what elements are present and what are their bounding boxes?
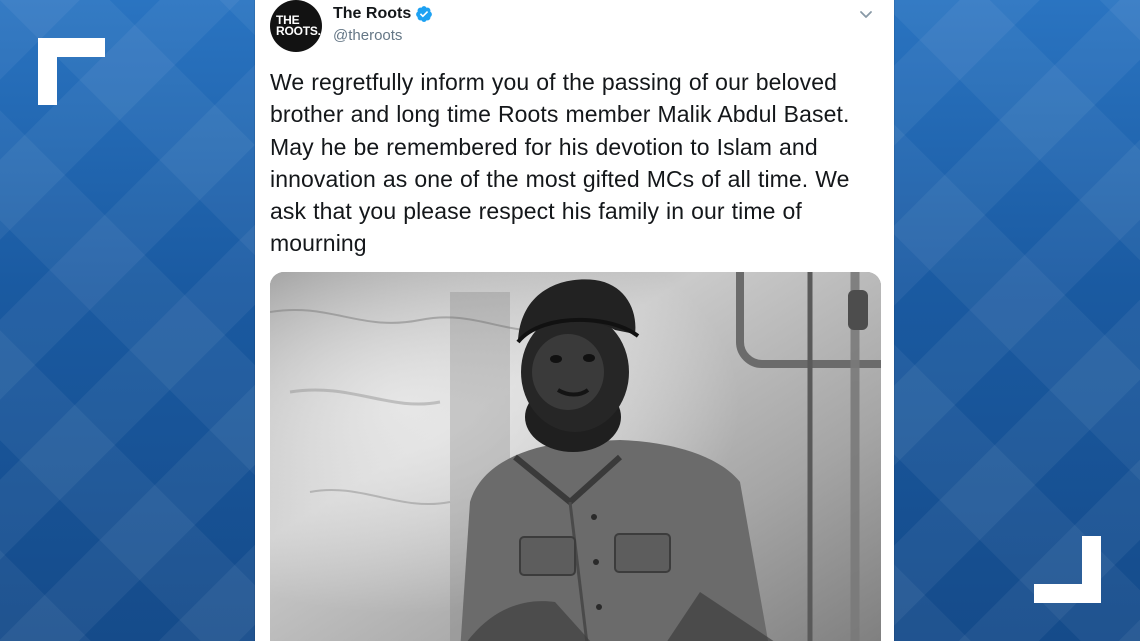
tweet-card: THE ROOTS. The Roots @theroots We regret… xyxy=(255,0,894,641)
tweet-identity: The Roots @theroots xyxy=(333,4,433,44)
tweet-photo[interactable] xyxy=(270,272,881,641)
avatar[interactable]: THE ROOTS. xyxy=(270,0,322,52)
display-name[interactable]: The Roots xyxy=(333,5,411,23)
chevron-down-icon[interactable] xyxy=(858,6,874,22)
avatar-logo-text: THE ROOTS. xyxy=(276,13,321,38)
display-name-row: The Roots xyxy=(333,4,433,24)
top-left-bracket-graphic xyxy=(38,38,105,105)
tweet-text: We regretfully inform you of the passing… xyxy=(270,69,850,257)
handle[interactable]: @theroots xyxy=(333,27,433,44)
photo-image xyxy=(270,272,881,641)
bottom-right-bracket-graphic xyxy=(1034,536,1101,603)
verified-badge-icon xyxy=(415,5,433,23)
tweet-header: THE ROOTS. The Roots @theroots xyxy=(270,0,880,58)
